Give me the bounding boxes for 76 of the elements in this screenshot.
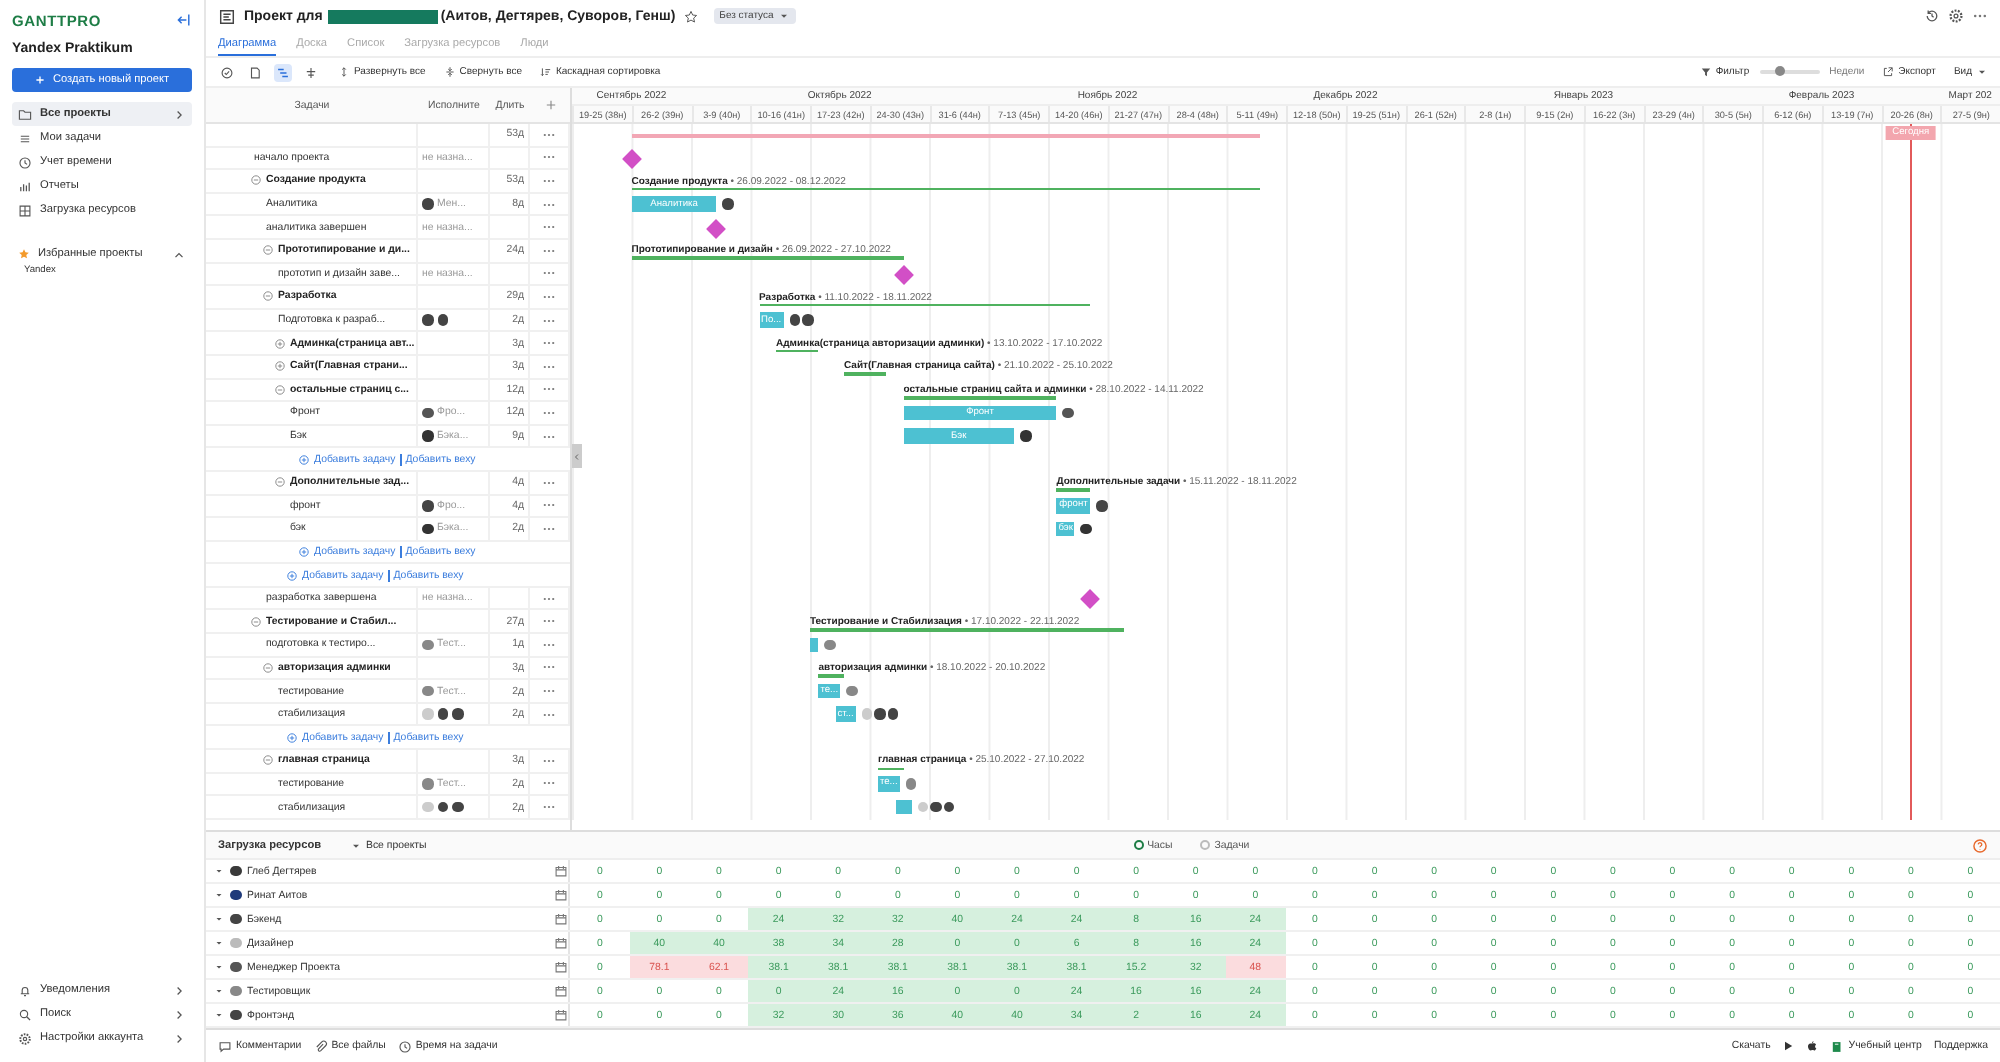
bar-chart-icon: [18, 179, 32, 193]
list-icon: [18, 131, 32, 145]
summary-bar[interactable]: [844, 372, 887, 377]
chevron-up-icon: [172, 247, 186, 261]
collapse-icon[interactable]: [274, 383, 286, 396]
view-toggle[interactable]: [302, 63, 320, 81]
settings-icon: [18, 1031, 32, 1045]
redaction-block: [328, 9, 439, 23]
book-icon: [1830, 1039, 1845, 1053]
task-bar[interactable]: [810, 637, 819, 653]
calendar-icon[interactable]: [554, 984, 568, 998]
star-icon: [18, 248, 30, 260]
calendar-icon[interactable]: [554, 936, 568, 950]
collapse-icon[interactable]: [262, 661, 274, 674]
paperclip-icon: [313, 1039, 328, 1053]
comment-icon: [218, 1039, 232, 1053]
view-toggle[interactable]: [218, 63, 236, 81]
avatar: [1020, 430, 1031, 442]
caret-icon[interactable]: [214, 914, 224, 924]
collapse-icon: [443, 66, 456, 78]
collapse-icon[interactable]: [262, 290, 274, 303]
plus-icon: [34, 74, 47, 86]
summary-bar[interactable]: [810, 627, 1125, 632]
add-column-icon[interactable]: [543, 98, 557, 112]
caret-icon: [350, 839, 362, 851]
summary-bar[interactable]: [631, 256, 904, 261]
collapse-icon[interactable]: [274, 476, 286, 489]
collapse-handle[interactable]: [572, 444, 582, 468]
caret-icon[interactable]: [214, 938, 224, 948]
caret-icon[interactable]: [214, 890, 224, 900]
expand-icon[interactable]: [274, 360, 286, 373]
clock-icon: [18, 155, 32, 169]
avatar: [824, 639, 836, 651]
collapse-icon[interactable]: [262, 754, 274, 767]
add-icon[interactable]: [298, 453, 310, 466]
view-toggle[interactable]: [274, 63, 292, 81]
caret-icon[interactable]: [214, 986, 224, 996]
collapse-sidebar-icon[interactable]: [176, 12, 192, 28]
help-icon[interactable]: [1972, 837, 1988, 853]
export-icon: [1882, 66, 1895, 78]
caret-icon[interactable]: [214, 866, 224, 876]
collapse-icon[interactable]: [262, 244, 274, 257]
clock-icon: [397, 1039, 412, 1053]
avatar: [722, 198, 734, 210]
search-icon: [18, 1007, 32, 1021]
view-toggle[interactable]: [246, 63, 264, 81]
add-icon[interactable]: [286, 569, 298, 582]
add-icon[interactable]: [298, 545, 310, 558]
apple-icon[interactable]: [1806, 1040, 1819, 1052]
task-bar[interactable]: [895, 799, 912, 815]
project-icon: [218, 7, 236, 25]
filter-icon: [1699, 66, 1712, 78]
calendar-icon[interactable]: [554, 864, 568, 878]
expand-icon[interactable]: [274, 337, 286, 350]
sort-icon: [539, 66, 552, 78]
caret-icon[interactable]: [214, 962, 224, 972]
expand-icon: [338, 66, 350, 78]
folder-icon: [18, 107, 32, 121]
calendar-icon[interactable]: [554, 1008, 568, 1022]
calendar-icon[interactable]: [554, 888, 568, 902]
collapse-icon[interactable]: [250, 615, 262, 628]
settings-icon[interactable]: [1948, 8, 1964, 24]
add-icon[interactable]: [286, 731, 298, 744]
grid-icon: [18, 203, 32, 217]
calendar-icon[interactable]: [554, 960, 568, 974]
caret-icon[interactable]: [214, 1010, 224, 1020]
caret-icon: [777, 10, 790, 22]
calendar-icon[interactable]: [554, 912, 568, 926]
bell-icon: [18, 983, 32, 997]
play-store-icon[interactable]: [1782, 1040, 1795, 1052]
caret-icon: [1976, 66, 1988, 78]
chevron-icon: [172, 107, 186, 121]
collapse-icon[interactable]: [250, 174, 262, 187]
avatar: [1062, 407, 1074, 419]
star-icon[interactable]: [683, 9, 698, 23]
history-icon[interactable]: [1924, 8, 1940, 24]
